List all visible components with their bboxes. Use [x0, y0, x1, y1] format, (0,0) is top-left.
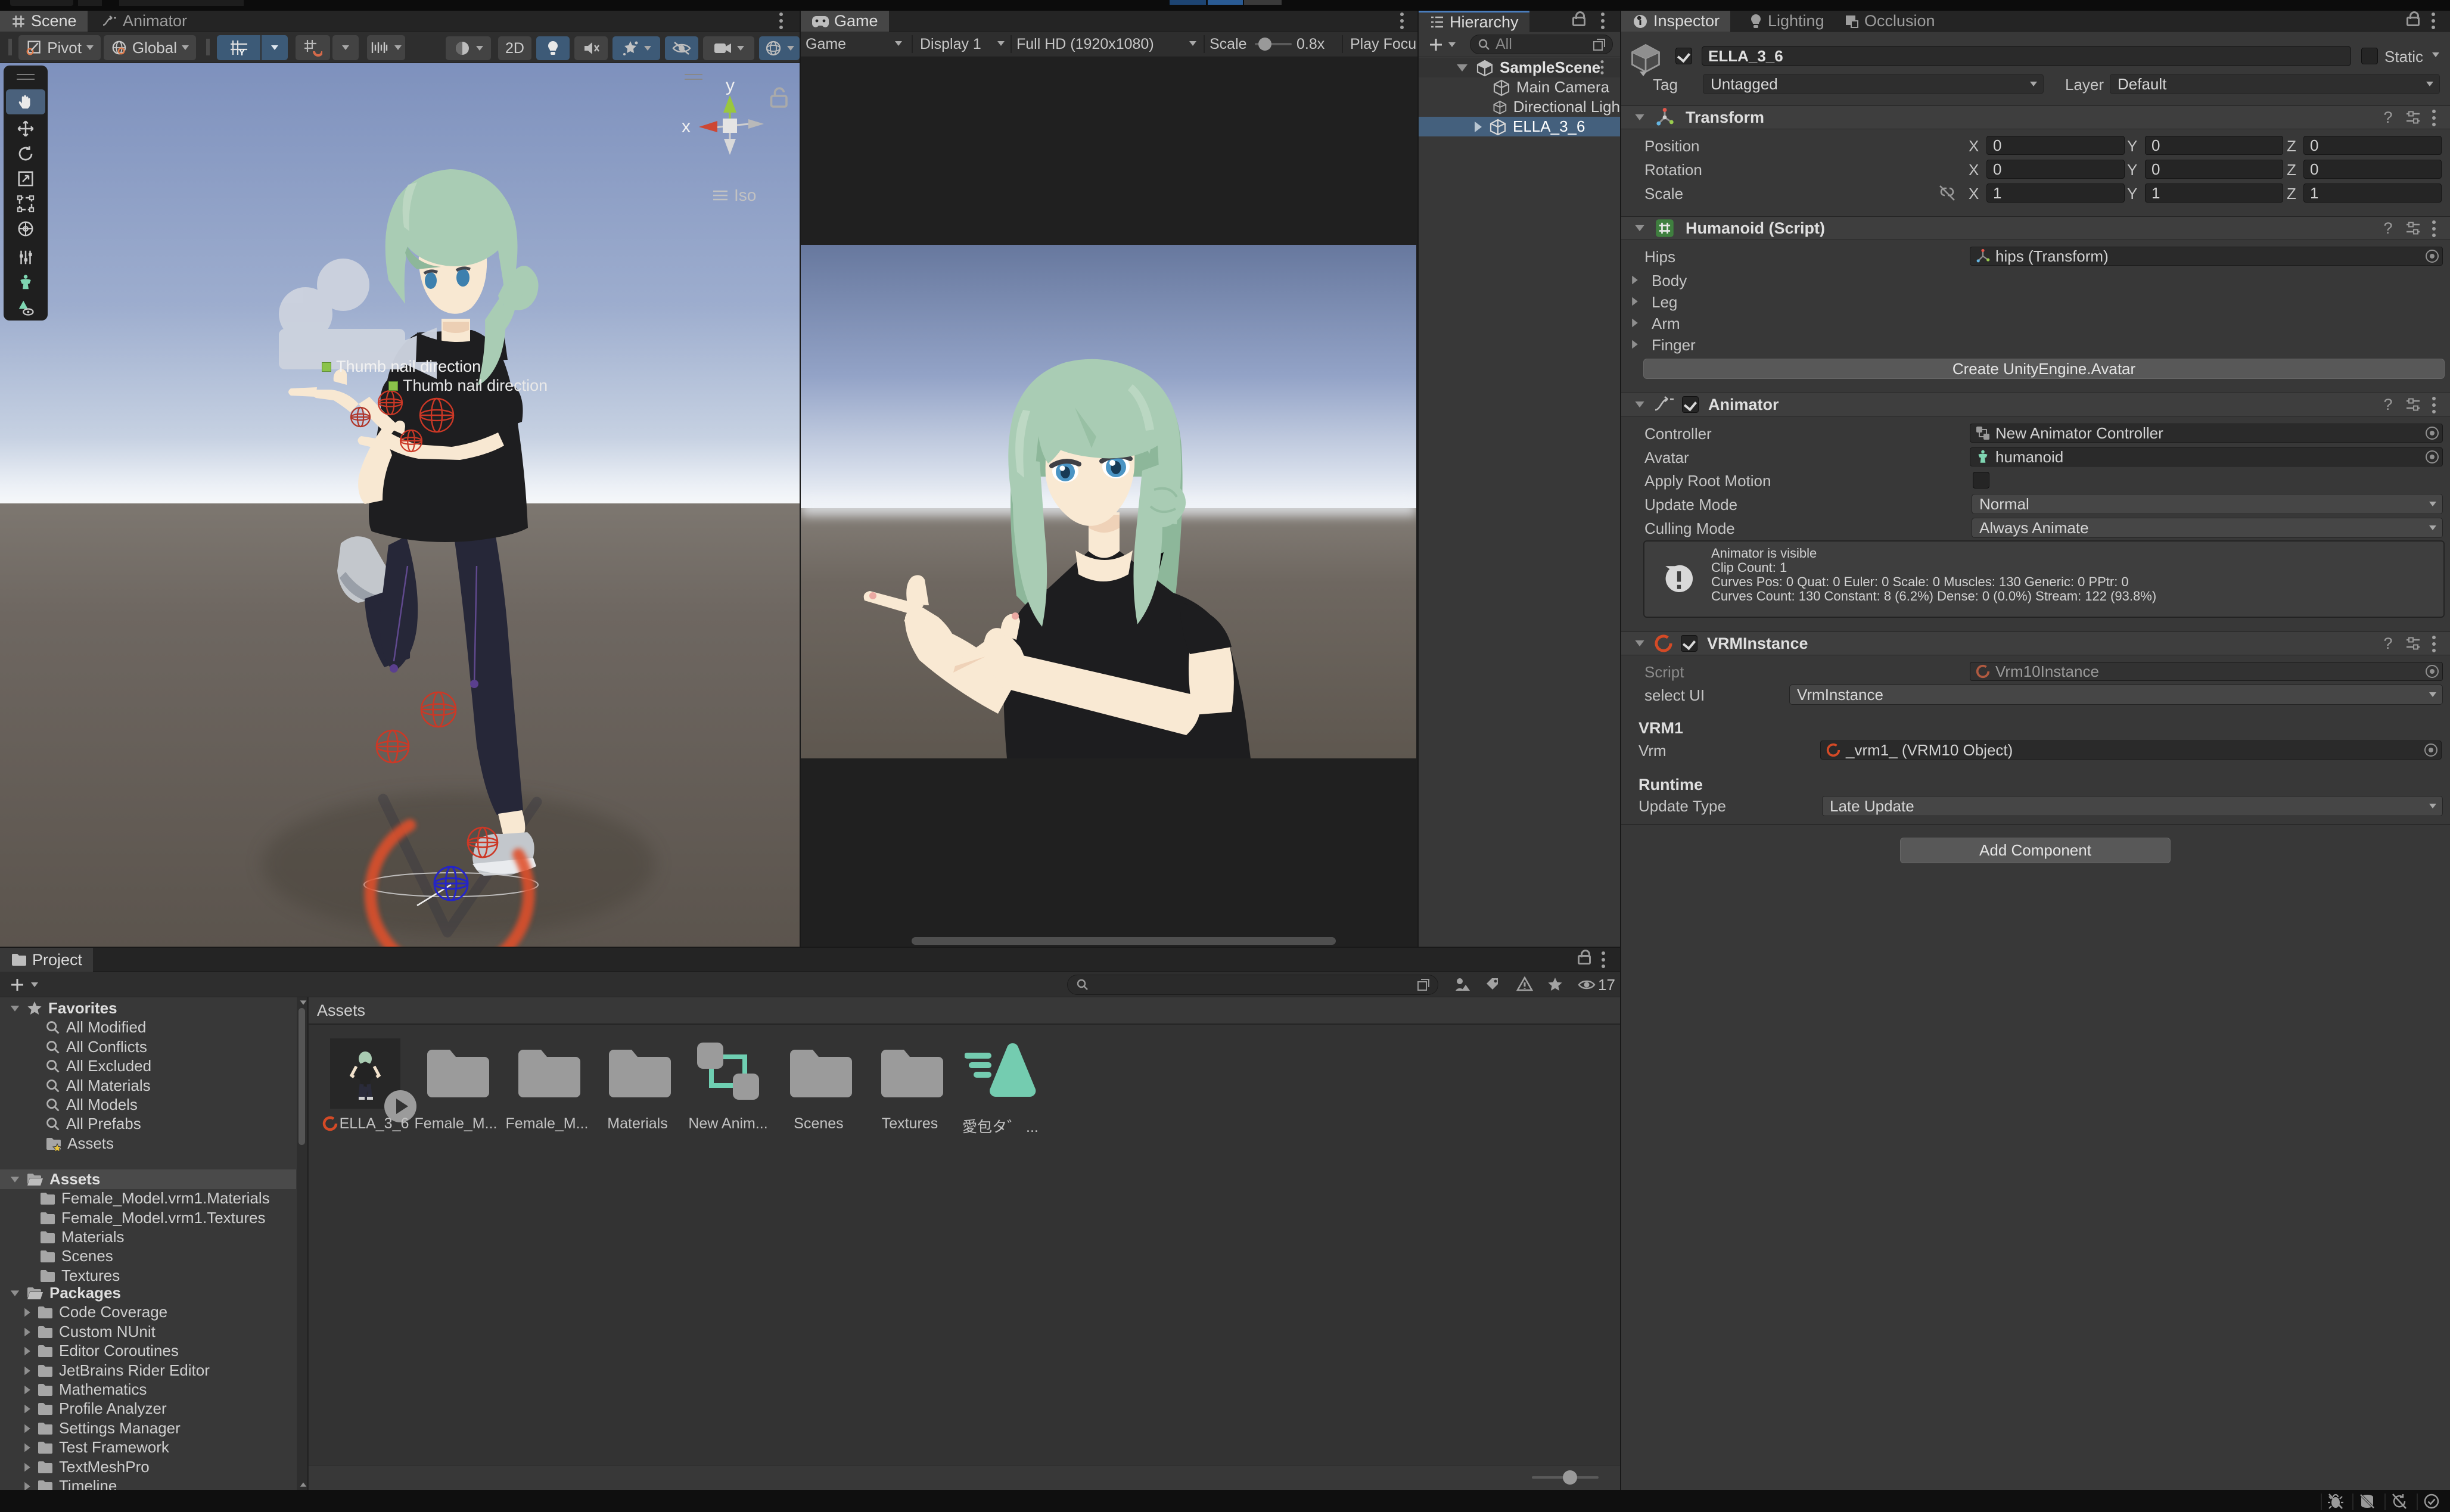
svg-text:x: x — [682, 117, 691, 136]
svg-text:Y: Y — [239, 48, 245, 57]
svg-text:y: y — [726, 76, 735, 95]
